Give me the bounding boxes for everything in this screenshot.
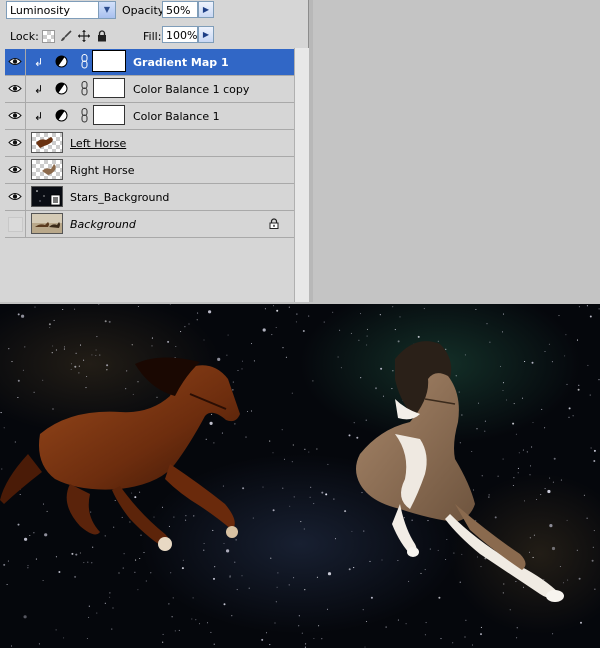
opacity-label: Opacity: <box>122 4 168 17</box>
layer-name[interactable]: Gradient Map 1 <box>133 56 229 69</box>
opacity-value: 50% <box>166 4 191 17</box>
lock-label: Lock: <box>10 30 39 43</box>
layer-mask-thumbnail[interactable] <box>93 78 125 98</box>
layer-thumbnail[interactable] <box>31 186 63 207</box>
opacity-slider-arrow-icon[interactable]: ▶ <box>198 1 214 18</box>
fill-input[interactable]: 100% <box>162 26 198 43</box>
clipping-arrow-icon: ↲ <box>34 83 44 96</box>
eye-icon[interactable] <box>5 103 26 129</box>
document-canvas[interactable] <box>0 304 600 648</box>
opacity-input[interactable]: 50% <box>162 1 198 18</box>
empty-panel-area <box>309 0 600 302</box>
chevron-down-icon[interactable]: ▼ <box>98 2 115 18</box>
clipping-arrow-icon: ↲ <box>34 56 44 69</box>
layer-thumbnail[interactable] <box>31 159 63 180</box>
layer-mask-thumbnail[interactable] <box>92 50 126 72</box>
lock-transparent-icon[interactable] <box>42 30 55 43</box>
layer-thumbnail[interactable] <box>31 132 63 153</box>
visibility-toggle-off[interactable] <box>5 211 26 237</box>
layers-scrollbar[interactable] <box>294 48 309 302</box>
padlock-icon[interactable] <box>96 30 108 42</box>
move-icon[interactable] <box>78 30 90 42</box>
layer-row-stars-background[interactable]: Stars_Background <box>5 184 294 211</box>
blend-mode-value: Luminosity <box>10 4 70 17</box>
layer-row-right-horse[interactable]: Right Horse <box>5 157 294 184</box>
layer-name[interactable]: Color Balance 1 <box>133 110 220 123</box>
eye-icon[interactable] <box>5 157 26 183</box>
brush-icon[interactable] <box>60 30 72 42</box>
layer-thumbnail[interactable] <box>31 213 63 234</box>
fill-label: Fill: <box>143 30 162 43</box>
chain-link-icon[interactable] <box>81 81 88 96</box>
composited-image <box>0 304 600 648</box>
layer-row-color-balance-1-copy[interactable]: ↲ Color Balance 1 copy <box>5 76 294 103</box>
eye-icon[interactable] <box>5 49 26 75</box>
layer-name[interactable]: Right Horse <box>70 164 135 177</box>
fill-value: 100% <box>166 29 198 42</box>
layer-name[interactable]: Background <box>70 218 136 231</box>
layer-name[interactable]: Stars_Background <box>70 191 169 204</box>
adjustment-layer-icon <box>55 109 68 122</box>
layers-panel: Luminosity ▼ Opacity: 50% ▶ Lock: Fill: … <box>0 0 309 302</box>
layer-name[interactable]: Color Balance 1 copy <box>133 83 249 96</box>
blend-opacity-row: Luminosity ▼ Opacity: 50% ▶ <box>0 0 294 22</box>
layer-row-color-balance-1[interactable]: ↲ Color Balance 1 <box>5 103 294 130</box>
adjustment-layer-icon <box>55 55 68 68</box>
layer-name[interactable]: Left Horse <box>70 137 126 150</box>
layer-row-background[interactable]: Background <box>5 211 294 238</box>
clipping-arrow-icon: ↲ <box>34 110 44 123</box>
fill-slider-arrow-icon[interactable]: ▶ <box>198 26 214 43</box>
blend-mode-select[interactable]: Luminosity ▼ <box>6 1 116 19</box>
layer-mask-thumbnail[interactable] <box>93 105 125 125</box>
layer-row-left-horse[interactable]: Left Horse <box>5 130 294 157</box>
chain-link-icon[interactable] <box>81 54 88 69</box>
adjustment-layer-icon <box>55 82 68 95</box>
eye-icon[interactable] <box>5 76 26 102</box>
eye-icon[interactable] <box>5 130 26 156</box>
chain-link-icon[interactable] <box>81 108 88 123</box>
padlock-icon <box>269 218 279 229</box>
eye-icon[interactable] <box>5 184 26 210</box>
layer-row-gradient-map-1[interactable]: ↲ Gradient Map 1 <box>5 49 294 76</box>
